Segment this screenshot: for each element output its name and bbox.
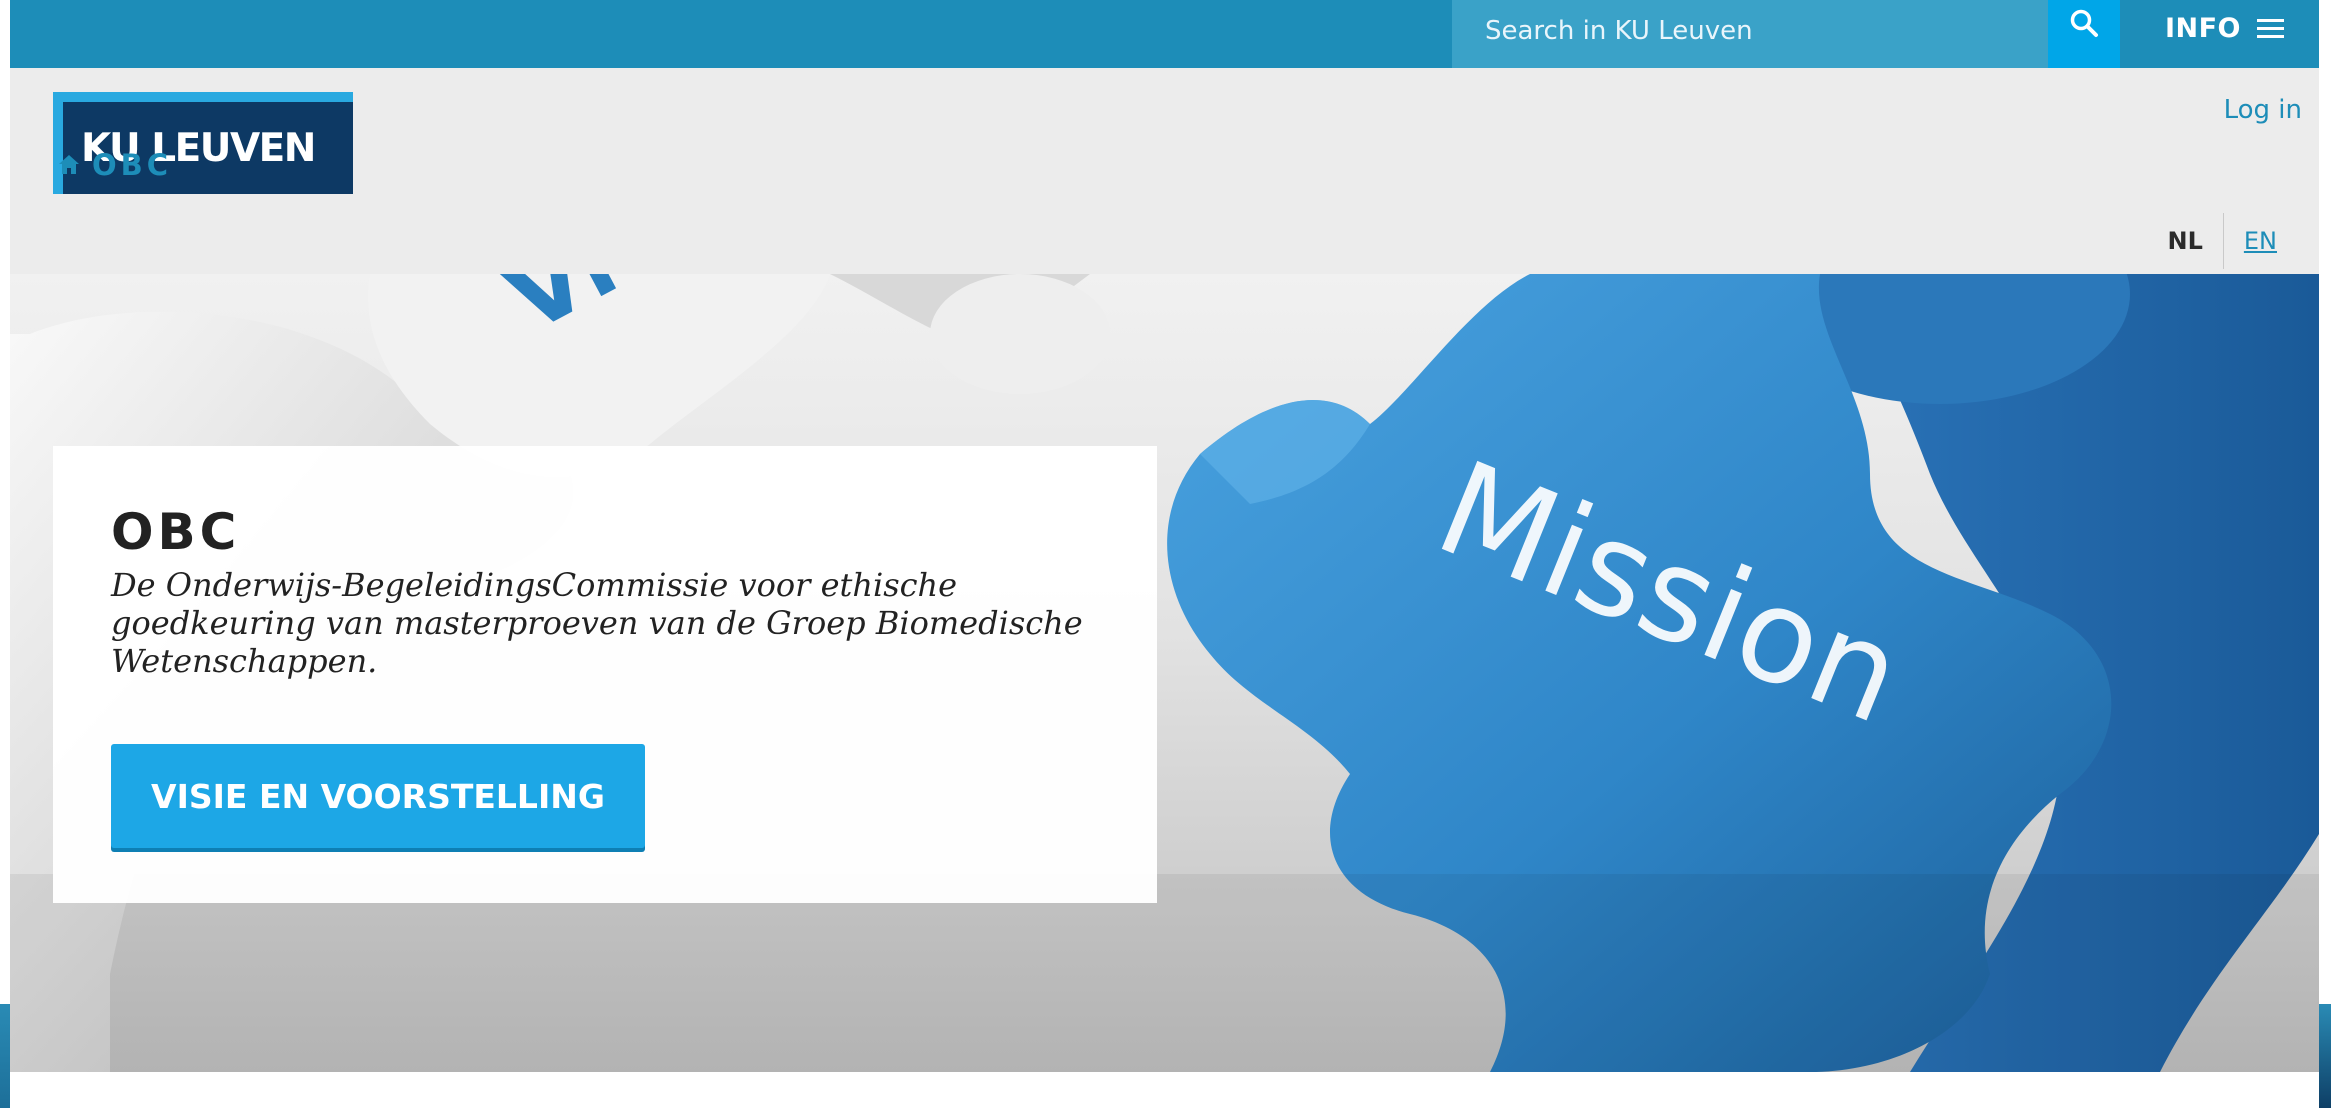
left-edge: [0, 0, 10, 1108]
language-switcher: NL EN: [2167, 213, 2277, 269]
info-label: INFO: [2164, 13, 2242, 44]
right-edge-stripe: [2319, 1004, 2331, 1108]
search-icon: [2070, 9, 2098, 37]
intro-card: OBC De Onderwijs-BegeleidingsCommissie v…: [53, 446, 1157, 903]
left-edge-stripe: [0, 1004, 10, 1108]
login-link[interactable]: Log in: [2224, 95, 2302, 125]
hero-title: OBC: [111, 503, 241, 561]
hero-banner: Vi Mission OBC De Onderwijs-Begeleidings…: [10, 274, 2319, 1072]
right-edge: [2319, 0, 2331, 1108]
hero-description: De Onderwijs-BegeleidingsCommissie voor …: [111, 566, 1083, 680]
visie-en-voorstelling-button[interactable]: VISIE EN VOORSTELLING: [111, 744, 645, 848]
search-button[interactable]: [2048, 0, 2120, 68]
language-nl-active: NL: [2167, 227, 2203, 255]
top-bar: Search in KU Leuven INFO: [10, 0, 2319, 68]
info-menu-button[interactable]: INFO: [2120, 0, 2329, 68]
home-icon: [59, 155, 79, 174]
page-bottom: [10, 1072, 2319, 1108]
search-input[interactable]: Search in KU Leuven: [1452, 0, 2048, 68]
hamburger-menu-icon: [2257, 19, 2285, 38]
site-header: KU LEUVEN Log in OBC NL EN: [10, 68, 2319, 274]
language-en-link[interactable]: EN: [2224, 227, 2277, 255]
breadcrumb-label: OBC: [92, 148, 173, 182]
breadcrumb[interactable]: OBC: [58, 148, 172, 182]
